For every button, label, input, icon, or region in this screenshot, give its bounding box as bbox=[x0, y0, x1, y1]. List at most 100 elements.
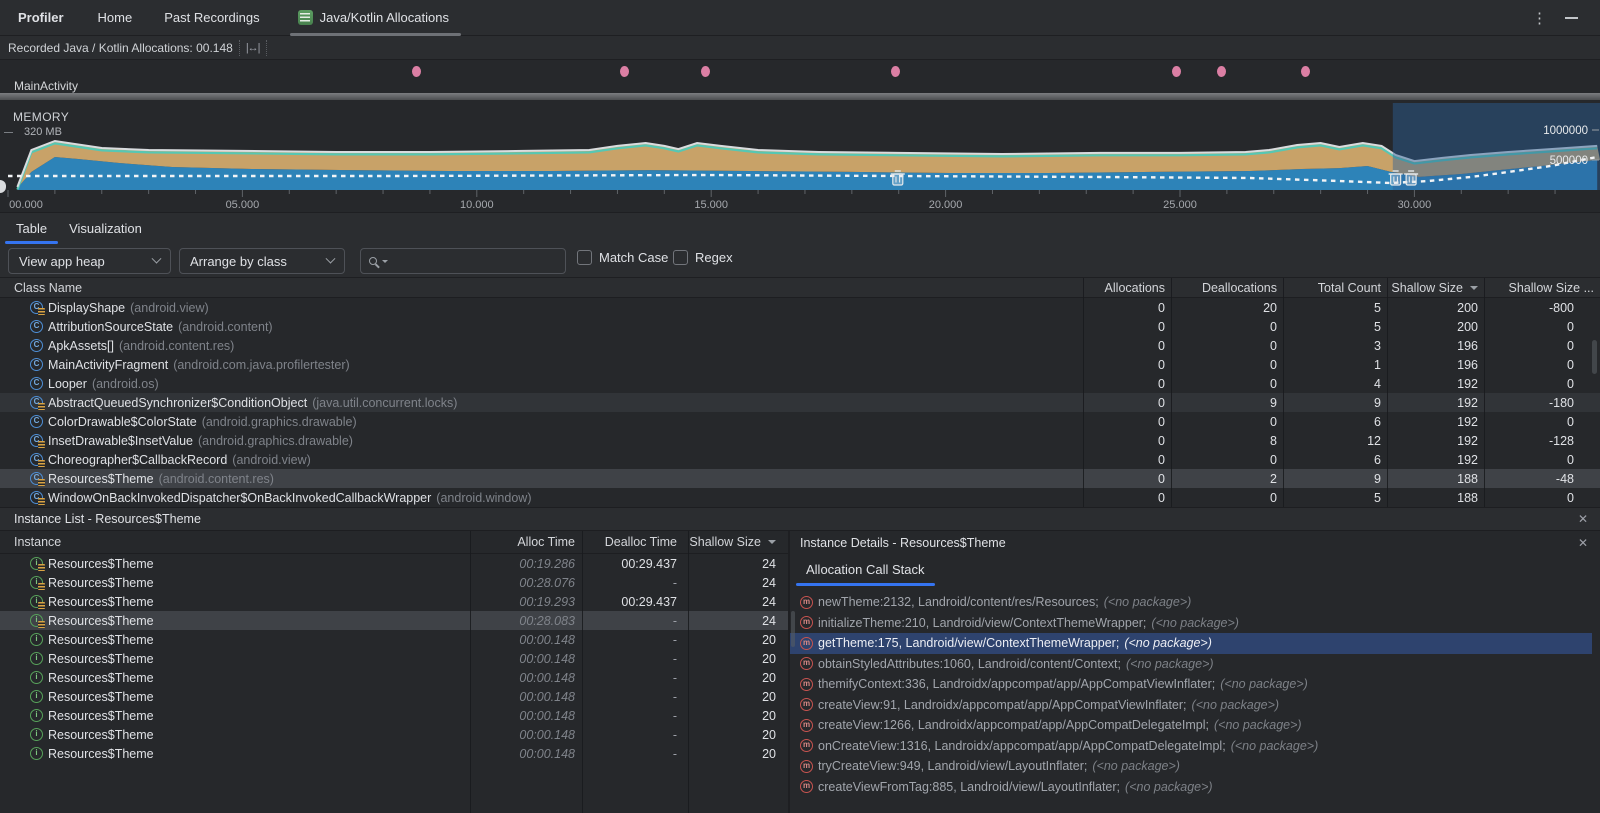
stack-frame[interactable]: mtryCreateView:949, Landroid/view/Layout… bbox=[790, 756, 1600, 777]
tab-java-kotlin-allocations[interactable]: Java/Kotlin Allocations bbox=[288, 0, 463, 36]
arrange-dropdown[interactable]: Arrange by class bbox=[179, 248, 345, 274]
class-row[interactable]: CApkAssets[](android.content.res)0031960 bbox=[0, 336, 1600, 355]
tab-visualization[interactable]: Visualization bbox=[58, 213, 153, 244]
class-name-cell: CResources$Theme(android.content.res) bbox=[0, 472, 1083, 486]
allocations-cell: 0 bbox=[1083, 339, 1171, 353]
stack-frame[interactable]: mcreateView:1266, Landroidx/appcompat/ap… bbox=[790, 715, 1600, 736]
menu-past-recordings[interactable]: Past Recordings bbox=[160, 10, 263, 25]
stack-frame[interactable]: minitializeTheme:210, Landroid/view/Cont… bbox=[790, 613, 1600, 634]
hide-window-icon[interactable] bbox=[1565, 17, 1578, 19]
tab-allocation-call-stack[interactable]: Allocation Call Stack bbox=[806, 562, 925, 586]
method-icon: m bbox=[800, 739, 813, 752]
column-deallocations[interactable]: Deallocations bbox=[1171, 281, 1283, 295]
allocations-cell: 0 bbox=[1083, 358, 1171, 372]
instance-row[interactable]: iResources$Theme00:19.28600:29.43724 bbox=[0, 554, 788, 573]
stack-frame[interactable]: mthemifyContext:336, Landroidx/appcompat… bbox=[790, 674, 1600, 695]
column-divider bbox=[1387, 278, 1388, 507]
regex-option[interactable]: Regex bbox=[673, 250, 733, 265]
zoom-to-range-icon[interactable]: |↔| bbox=[246, 42, 260, 54]
search-box[interactable] bbox=[360, 248, 566, 274]
close-instance-list-icon[interactable]: ✕ bbox=[1578, 512, 1588, 526]
allocations-cell: 0 bbox=[1083, 396, 1171, 410]
column-class-name[interactable]: Class Name bbox=[0, 281, 1083, 295]
instance-icon: i bbox=[30, 728, 43, 741]
dealloc-time-cell: - bbox=[583, 671, 689, 685]
allocation-stack-badge-icon bbox=[38, 403, 45, 410]
instance-icon: i bbox=[30, 595, 43, 608]
column-instance-shallow-size[interactable]: Shallow Size bbox=[689, 535, 788, 549]
instance-row[interactable]: iResources$Theme00:00.148-20 bbox=[0, 744, 788, 763]
column-instance[interactable]: Instance bbox=[0, 535, 471, 549]
stack-frame-text: newTheme:2132, Landroid/content/res/Reso… bbox=[818, 595, 1099, 609]
instance-row[interactable]: iResources$Theme00:00.148-20 bbox=[0, 668, 788, 687]
class-row[interactable]: CColorDrawable$ColorState(android.graphi… bbox=[0, 412, 1600, 431]
axis-tick-label: 10.000 bbox=[460, 199, 494, 211]
heap-dropdown[interactable]: View app heap bbox=[8, 248, 171, 274]
class-row[interactable]: CLooper(android.os)0041920 bbox=[0, 374, 1600, 393]
instance-row[interactable]: iResources$Theme00:28.083-24 bbox=[0, 611, 788, 630]
recorded-allocations-label: Recorded Java / Kotlin Allocations: 00.1… bbox=[8, 41, 233, 55]
class-row[interactable]: CInsetDrawable$InsetValue(android.graphi… bbox=[0, 431, 1600, 450]
stack-frame[interactable]: mcreateView:91, Landroidx/appcompat/app/… bbox=[790, 695, 1600, 716]
close-instance-details-icon[interactable]: ✕ bbox=[1578, 536, 1588, 550]
method-icon: m bbox=[800, 719, 813, 732]
alloc-time-cell: 00:00.148 bbox=[471, 690, 583, 704]
shallow-size-change-cell: -48 bbox=[1484, 472, 1600, 486]
search-options-icon[interactable] bbox=[382, 260, 388, 263]
column-alloc-time[interactable]: Alloc Time bbox=[471, 535, 583, 549]
alloc-time-cell: 00:00.148 bbox=[471, 709, 583, 723]
column-dealloc-time[interactable]: Dealloc Time bbox=[583, 535, 689, 549]
instance-row[interactable]: iResources$Theme00:00.148-20 bbox=[0, 630, 788, 649]
tab-table[interactable]: Table bbox=[5, 213, 58, 244]
stack-frame[interactable]: mcreateViewFromTag:885, Landroid/view/La… bbox=[790, 777, 1600, 798]
column-divider bbox=[1283, 278, 1284, 507]
class-row[interactable]: CAttributionSourceState(android.content)… bbox=[0, 317, 1600, 336]
class-table-scrollbar[interactable] bbox=[1592, 340, 1597, 374]
instance-row[interactable]: iResources$Theme00:00.148-20 bbox=[0, 649, 788, 668]
class-icon: C bbox=[30, 320, 43, 333]
class-row[interactable]: CDisplayShape(android.view)0205200-800 bbox=[0, 298, 1600, 317]
stack-frame-package: (<no package>) bbox=[1126, 657, 1214, 671]
deallocations-cell: 0 bbox=[1171, 491, 1283, 505]
instance-row[interactable]: iResources$Theme00:00.148-20 bbox=[0, 706, 788, 725]
menu-profiler[interactable]: Profiler bbox=[14, 10, 68, 25]
memory-track-title: MEMORY bbox=[13, 110, 69, 124]
stack-frame[interactable]: mgetTheme:175, Landroid/view/ContextThem… bbox=[790, 633, 1592, 654]
column-shallow-size-change[interactable]: Shallow Size ... bbox=[1484, 281, 1600, 295]
instance-row[interactable]: iResources$Theme00:28.076-24 bbox=[0, 573, 788, 592]
instance-row[interactable]: iResources$Theme00:00.148-20 bbox=[0, 725, 788, 744]
stack-frame[interactable]: monCreateView:1316, Landroidx/appcompat/… bbox=[790, 736, 1600, 757]
class-row[interactable]: CAbstractQueuedSynchronizer$ConditionObj… bbox=[0, 393, 1600, 412]
allocations-cell: 0 bbox=[1083, 301, 1171, 315]
stack-frame[interactable]: mobtainStyledAttributes:1060, Landroid/c… bbox=[790, 654, 1600, 675]
dealloc-time-cell: - bbox=[583, 690, 689, 704]
regex-checkbox[interactable] bbox=[673, 250, 688, 265]
alloc-time-cell: 00:00.148 bbox=[471, 671, 583, 685]
match-case-option[interactable]: Match Case bbox=[577, 250, 668, 265]
match-case-checkbox[interactable] bbox=[577, 250, 592, 265]
shallow-size-cell: 188 bbox=[1387, 491, 1484, 505]
class-row[interactable]: CResources$Theme(android.content.res)029… bbox=[0, 469, 1600, 488]
column-divider bbox=[1083, 278, 1084, 507]
instance-name: Resources$Theme bbox=[48, 690, 154, 704]
instance-details-title: Instance Details - Resources$Theme bbox=[800, 536, 1006, 550]
instance-name: Resources$Theme bbox=[48, 671, 154, 685]
deallocations-cell: 2 bbox=[1171, 472, 1283, 486]
class-icon: C bbox=[30, 301, 43, 314]
stack-frame[interactable]: mnewTheme:2132, Landroid/content/res/Res… bbox=[790, 592, 1600, 613]
search-input[interactable] bbox=[391, 254, 567, 269]
class-row[interactable]: CWindowOnBackInvokedDispatcher$OnBackInv… bbox=[0, 488, 1600, 507]
column-shallow-size[interactable]: Shallow Size bbox=[1387, 281, 1484, 295]
more-options-icon[interactable]: ⋮ bbox=[1532, 11, 1547, 26]
selection-region[interactable] bbox=[1393, 103, 1600, 190]
method-icon: m bbox=[800, 760, 813, 773]
menu-home[interactable]: Home bbox=[94, 10, 137, 25]
column-allocations[interactable]: Allocations bbox=[1083, 281, 1171, 295]
class-row[interactable]: CChoreographer$CallbackRecord(android.vi… bbox=[0, 450, 1600, 469]
memory-area-chart[interactable]: 1000000500000 bbox=[0, 103, 1600, 190]
class-row[interactable]: CMainActivityFragment(android.com.java.p… bbox=[0, 355, 1600, 374]
instance-row[interactable]: iResources$Theme00:00.148-20 bbox=[0, 687, 788, 706]
column-total-count[interactable]: Total Count bbox=[1283, 281, 1387, 295]
instance-row[interactable]: iResources$Theme00:19.29300:29.43724 bbox=[0, 592, 788, 611]
call-stack-scrollbar[interactable] bbox=[791, 611, 795, 647]
